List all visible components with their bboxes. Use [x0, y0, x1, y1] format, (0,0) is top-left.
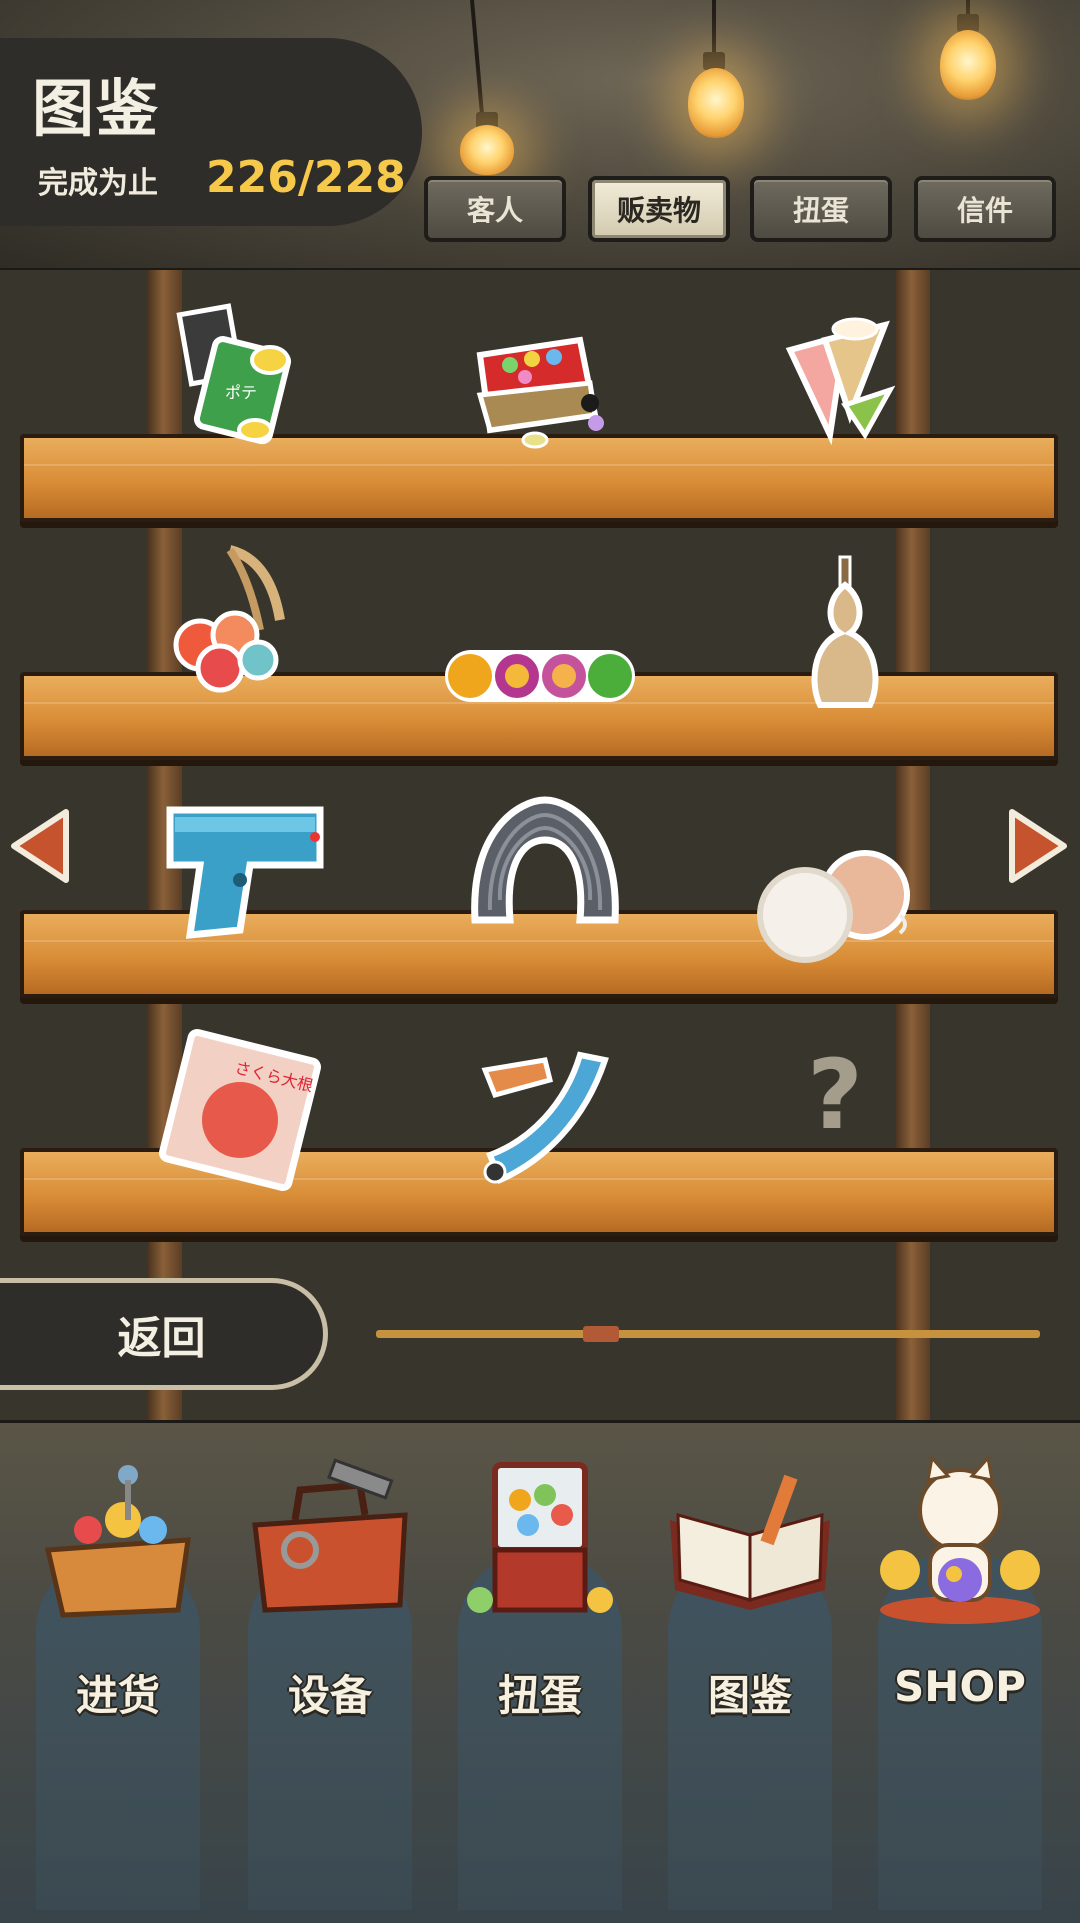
gacha-machine-icon	[467, 1462, 613, 1613]
page-title: 图鉴	[32, 72, 161, 145]
bouncy-balls-icon[interactable]	[750, 830, 920, 980]
water-balloon-icon[interactable]	[160, 545, 310, 695]
goods-basket-icon	[44, 1465, 191, 1618]
tab-customers[interactable]: 客人	[424, 176, 566, 242]
open-book-icon	[670, 1474, 830, 1610]
page-scroll-thumb[interactable]	[583, 1326, 620, 1342]
nav-gacha-button[interactable]: 扭蛋	[440, 1440, 640, 1910]
light-cord	[712, 0, 716, 58]
light-bulb-icon	[688, 68, 744, 138]
previous-page-arrow[interactable]	[8, 806, 72, 886]
light-bulb-icon	[940, 30, 996, 100]
slinky-spring-icon[interactable]	[460, 790, 630, 940]
nav-label: 设备	[287, 1671, 372, 1720]
candy-balls-icon[interactable]	[440, 600, 640, 750]
back-button[interactable]: 返回	[0, 1278, 328, 1390]
lucky-cat-icon	[880, 1454, 1040, 1624]
tab-merchandise[interactable]: 贩卖物	[588, 176, 730, 242]
nav-equipment-button[interactable]: 设备	[230, 1440, 430, 1910]
nav-stock-button[interactable]: 进货	[18, 1440, 218, 1910]
nav-label: 进货	[75, 1671, 160, 1720]
svg-text:ポテ: ポテ	[225, 383, 257, 402]
chips-bag-icon[interactable]: ポテ	[165, 300, 315, 450]
next-page-arrow[interactable]	[1006, 806, 1070, 886]
progress-label: 完成为止	[38, 166, 158, 201]
progress-value: 226/228	[206, 152, 406, 203]
sakura-candy-bag-icon[interactable]: さくら大根	[155, 1025, 325, 1195]
nav-shop-button[interactable]: SHOP	[860, 1440, 1060, 1910]
toolbox-icon	[252, 1458, 408, 1613]
light-bulb-icon	[460, 125, 514, 175]
unknown-item-icon[interactable]: ?	[760, 1020, 910, 1170]
tab-letters[interactable]: 信件	[914, 176, 1056, 242]
page-scroll-track[interactable]	[376, 1330, 1040, 1338]
party-blower-icon[interactable]	[465, 1040, 615, 1190]
nav-encyclopedia-button[interactable]: 图鉴	[650, 1440, 850, 1910]
nav-label: 图鉴	[707, 1671, 792, 1720]
ice-cream-cone-icon[interactable]	[765, 305, 915, 455]
nav-label: 扭蛋	[497, 1671, 582, 1720]
candy-tin-icon[interactable]	[465, 310, 615, 460]
water-gun-icon[interactable]	[155, 790, 335, 940]
tab-gacha[interactable]: 扭蛋	[750, 176, 892, 242]
gourd-bottle-icon[interactable]	[770, 555, 920, 710]
nav-label: SHOP	[894, 1662, 1026, 1711]
